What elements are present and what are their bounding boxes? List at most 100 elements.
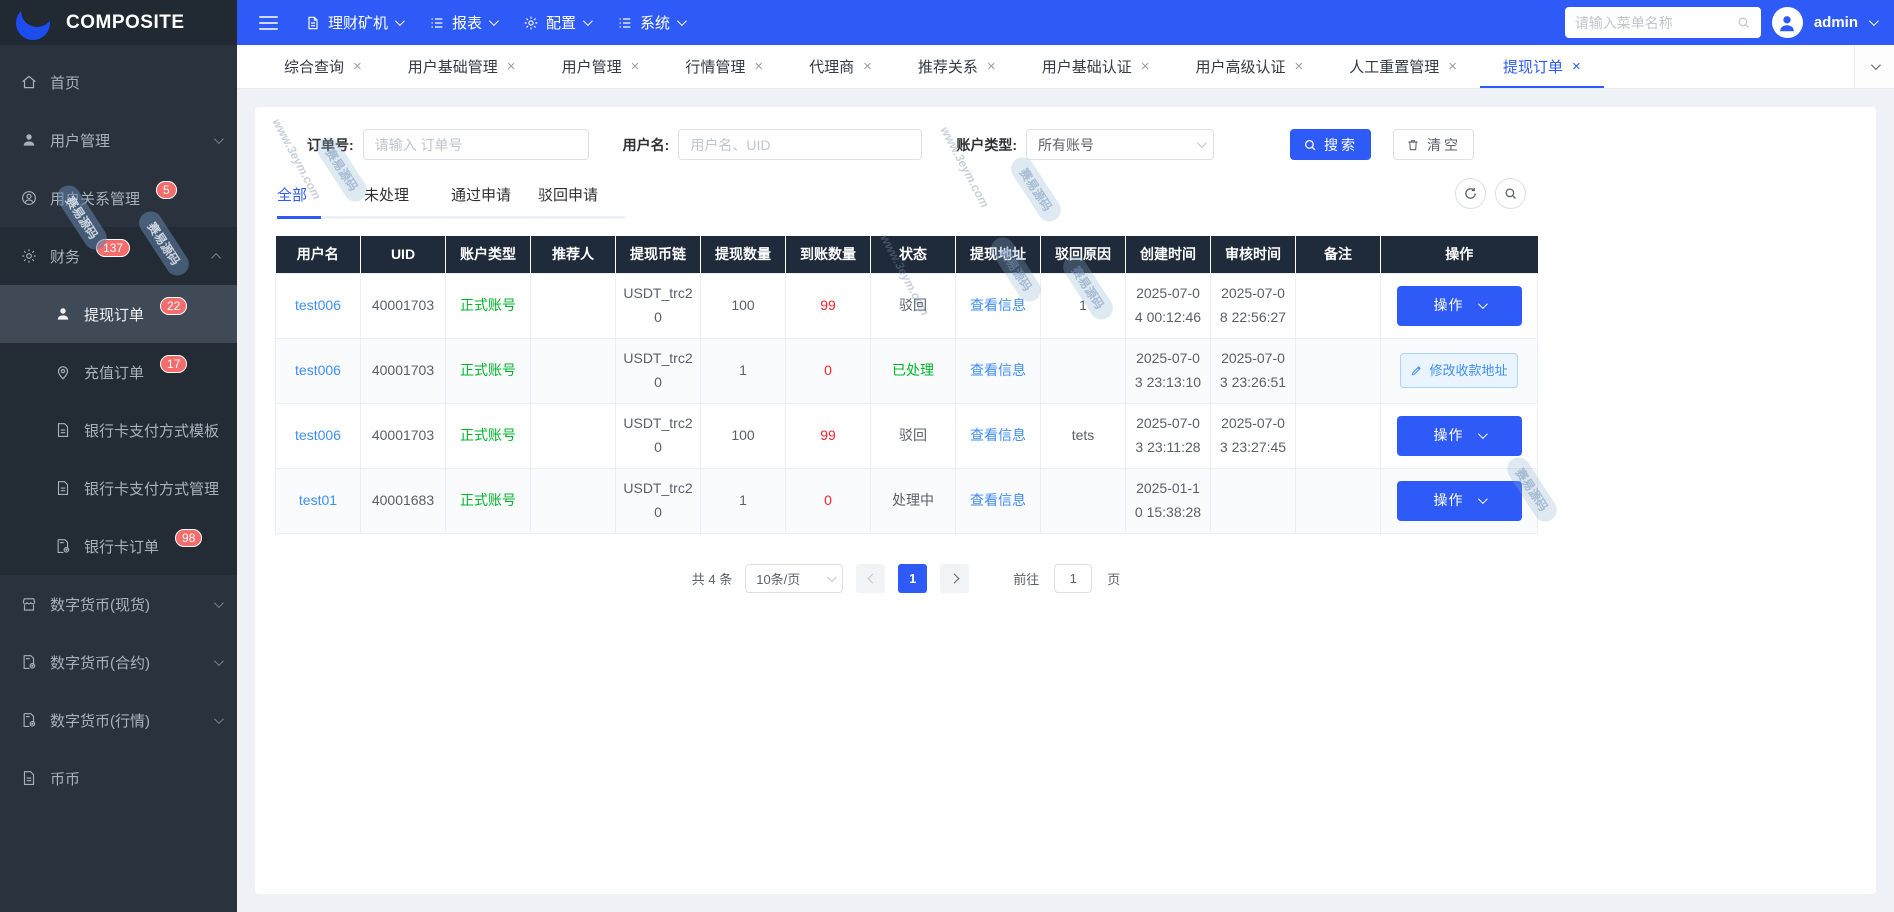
chevron-down-icon[interactable] [1869,16,1879,26]
user-avatar[interactable] [1772,7,1803,38]
remark-cell [1296,338,1381,403]
shop-icon [20,595,38,613]
tab-user-manage[interactable]: 用户管理× [539,45,663,88]
account-type-cell: 正式账号 [460,362,516,378]
app-root: COMPOSITE 理财矿机 报表 配置 系统 [0,0,1894,912]
username-link[interactable]: test006 [295,427,341,443]
account-type-label: 账户类型: [956,135,1017,155]
refresh-button[interactable] [1455,178,1486,209]
username-filter-input[interactable] [678,129,922,160]
close-icon[interactable]: × [1141,59,1150,74]
next-page-button[interactable] [940,564,969,593]
document-icon [305,15,321,31]
username-label[interactable]: admin [1814,14,1858,31]
table-search-button[interactable] [1495,178,1526,209]
page-content: 订单号: 用户名: 账户类型: 所有账号 [237,89,1894,912]
person-icon [1776,12,1798,34]
amount-cell: 100 [701,273,786,338]
username-link[interactable]: test006 [295,362,341,378]
account-type-cell: 正式账号 [460,427,516,443]
trash-icon [1406,138,1420,152]
status-tab-approved[interactable]: 通过申请 [451,184,538,219]
tab-user-basic-manage[interactable]: 用户基础管理× [385,45,539,88]
badge: 137 [96,239,130,257]
close-icon[interactable]: × [353,59,362,74]
nav-menu-mining[interactable]: 理财矿机 [305,12,402,33]
document-icon [54,479,72,497]
row-action-dropdown[interactable]: 操作 [1397,481,1522,521]
chevron-up-icon [211,252,221,262]
close-icon[interactable]: × [1572,59,1581,74]
prev-page-button[interactable] [856,564,885,593]
username-link[interactable]: test01 [299,492,337,508]
sidebar-item-bankcard-pay-template[interactable]: 银行卡支付方式模板 [0,401,237,459]
received-cell: 0 [824,492,832,508]
clear-button[interactable]: 清空 [1393,129,1474,160]
refresh-icon [1463,186,1478,201]
nav-menu-config[interactable]: 配置 [523,12,590,33]
view-address-link[interactable]: 查看信息 [970,297,1026,313]
chevron-down-icon [214,134,224,144]
status-tab-rejected[interactable]: 驳回申请 [538,184,625,219]
tab-user-advanced-auth[interactable]: 用户高级认证× [1172,45,1326,88]
sidebar-item-user-management[interactable]: 用户管理 [0,111,237,169]
close-icon[interactable]: × [863,59,872,74]
home-icon [20,73,38,91]
tab-referral[interactable]: 推荐关系× [895,45,1019,88]
tab-user-basic-auth[interactable]: 用户基础认证× [1019,45,1173,88]
row-action-dropdown[interactable]: 操作 [1397,416,1522,456]
sidebar-item-bankcard-orders[interactable]: 银行卡订单 98 [0,517,237,575]
sidebar-item-recharge-orders[interactable]: 充值订单 17 [0,343,237,401]
tab-agent[interactable]: 代理商× [786,45,895,88]
username-link[interactable]: test006 [295,297,341,313]
close-icon[interactable]: × [987,59,996,74]
sidebar-item-crypto-market[interactable]: 数字货币(行情) [0,691,237,749]
sidebar-item-crypto-contract[interactable]: 数字货币(合约) [0,633,237,691]
tab-market-manage[interactable]: 行情管理× [662,45,786,88]
amount-cell: 100 [701,403,786,468]
chevron-down-icon [1871,60,1881,70]
sidebar-item-crypto-spot[interactable]: 数字货币(现货) [0,575,237,633]
sidebar-item-finance[interactable]: 财务 137 [0,227,237,285]
tab-manual-reset[interactable]: 人工重置管理× [1326,45,1480,88]
row-action-dropdown[interactable]: 操作 [1397,286,1522,326]
view-address-link[interactable]: 查看信息 [970,362,1026,378]
view-address-link[interactable]: 查看信息 [970,427,1026,443]
close-icon[interactable]: × [507,59,516,74]
search-button[interactable]: 搜索 [1290,129,1371,160]
chevron-down-icon [677,16,687,26]
remark-cell [1296,273,1381,338]
sidebar-item-withdraw-orders[interactable]: 提现订单 22 [0,285,237,343]
nav-menu-report[interactable]: 报表 [429,12,496,33]
close-icon[interactable]: × [631,59,640,74]
sidebar-item-home[interactable]: 首页 [0,53,237,111]
sidebar-item-coin-coin[interactable]: 币币 [0,749,237,807]
chain-cell: USDT_trc20 [616,273,701,338]
amount-cell: 1 [701,338,786,403]
reject-reason-cell: 1 [1041,273,1126,338]
goto-page-input[interactable] [1054,564,1092,593]
search-icon[interactable] [1736,15,1751,30]
status-tab-pending[interactable]: 未处理 [364,184,451,219]
status-tab-all[interactable]: 全部 [277,184,364,219]
order-no-input[interactable] [363,129,589,160]
tabbar-dropdown-button[interactable] [1854,45,1894,88]
account-type-select[interactable]: 所有账号 [1026,129,1214,160]
menu-search-input[interactable] [1575,15,1730,31]
close-icon[interactable]: × [754,59,763,74]
edit-payee-address-button[interactable]: 修改收款地址 [1400,353,1517,388]
nav-menu-system[interactable]: 系统 [617,12,684,33]
sidebar-item-bankcard-pay-manage[interactable]: 银行卡支付方式管理 [0,459,237,517]
tab-withdraw-orders[interactable]: 提现订单× [1480,45,1604,88]
list-icon [429,15,445,31]
page-size-select[interactable]: 10条/页 [745,564,843,593]
tab-composite-query[interactable]: 综合查询× [261,45,385,88]
sql-document-icon [54,537,72,555]
current-page-button[interactable]: 1 [898,564,927,593]
view-address-link[interactable]: 查看信息 [970,492,1026,508]
hamburger-menu-icon[interactable] [259,16,278,30]
badge: 17 [160,355,187,373]
close-icon[interactable]: × [1448,59,1457,74]
close-icon[interactable]: × [1294,59,1303,74]
sidebar-item-user-relation[interactable]: 用户关系管理 5 [0,169,237,227]
